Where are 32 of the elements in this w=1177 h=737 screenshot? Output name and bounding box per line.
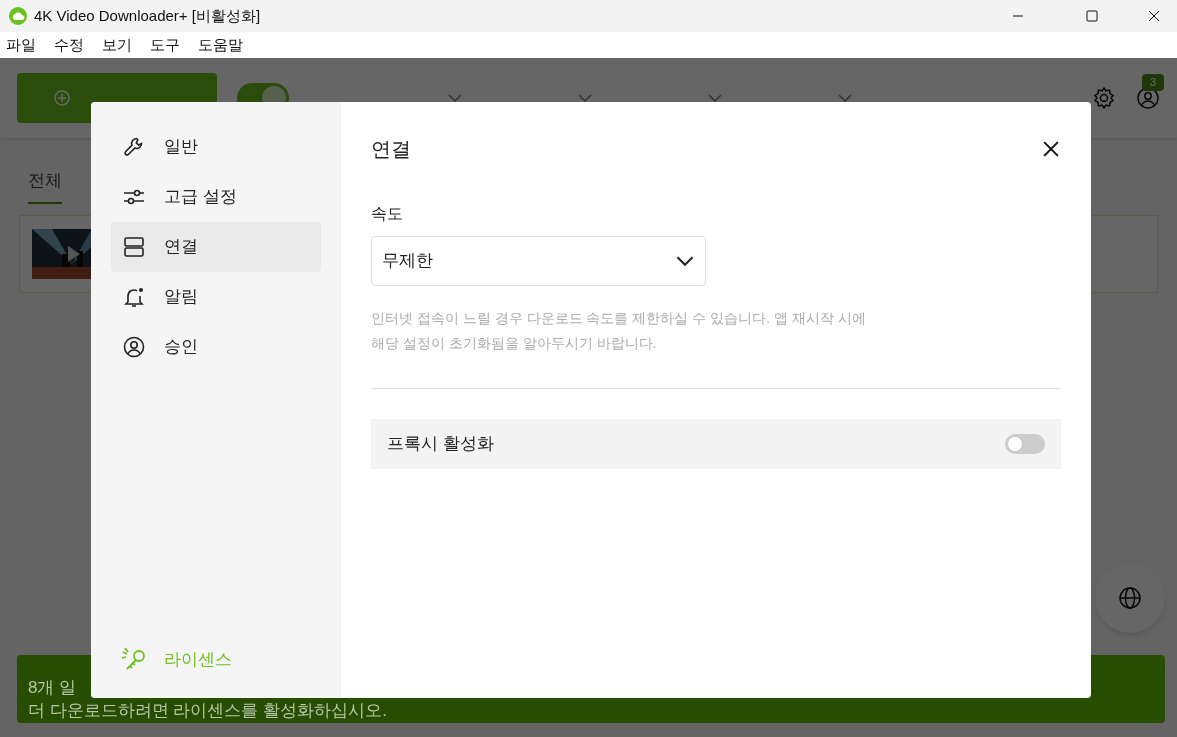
close-icon bbox=[1148, 10, 1160, 22]
window-title: 4K Video Downloader+ [비활성화] bbox=[34, 5, 261, 26]
menu-item[interactable]: 도움말 bbox=[198, 33, 243, 57]
settings-icon[interactable] bbox=[1092, 86, 1116, 110]
menu-item[interactable]: 수정 bbox=[54, 33, 84, 57]
account-icon[interactable] bbox=[1136, 86, 1160, 110]
close-icon bbox=[1043, 141, 1059, 157]
server-icon bbox=[122, 235, 146, 259]
app-logo-icon bbox=[8, 6, 28, 26]
count-badge: 3 bbox=[1141, 74, 1164, 91]
field-label: 속도 bbox=[371, 204, 404, 224]
dialog-title: 연결 bbox=[371, 137, 411, 162]
sidebar-item[interactable]: 고급 설정 bbox=[111, 172, 321, 222]
speed-hint: 인터넷 접속이 느릴 경우 다운로드 속도를 제한하실 수 있습니다. 앱 재시작 시에 해당 설정이 초기화됨을 알아두시기 바랍니다. bbox=[371, 309, 867, 353]
sidebar-item[interactable]: 연결 bbox=[111, 222, 321, 272]
link-icon bbox=[52, 88, 72, 108]
bell-icon bbox=[122, 285, 146, 309]
close-button[interactable] bbox=[1041, 139, 1061, 159]
menu-item[interactable]: 파일 bbox=[6, 33, 36, 57]
sidebar-item[interactable]: 승인 bbox=[111, 322, 321, 372]
sidebar-item[interactable]: 알림 bbox=[111, 272, 321, 322]
user-icon bbox=[122, 335, 146, 359]
globe-icon bbox=[1118, 586, 1142, 610]
proxy-toggle[interactable] bbox=[1005, 434, 1045, 454]
banner-text: 8개 일 bbox=[28, 678, 78, 698]
maximize-icon bbox=[1086, 10, 1098, 22]
sidebar-item[interactable]: 일반 bbox=[111, 122, 321, 172]
banner-text: 더 다운로드하려면 라이센스를 활성화하십시오. bbox=[28, 701, 387, 721]
speed-dropdown[interactable]: 무제한 bbox=[371, 236, 706, 286]
menu-item[interactable]: 도구 bbox=[150, 33, 180, 57]
menu-item[interactable]: 보기 bbox=[102, 33, 132, 57]
proxy-label: 프록시 활성화 bbox=[387, 433, 494, 456]
